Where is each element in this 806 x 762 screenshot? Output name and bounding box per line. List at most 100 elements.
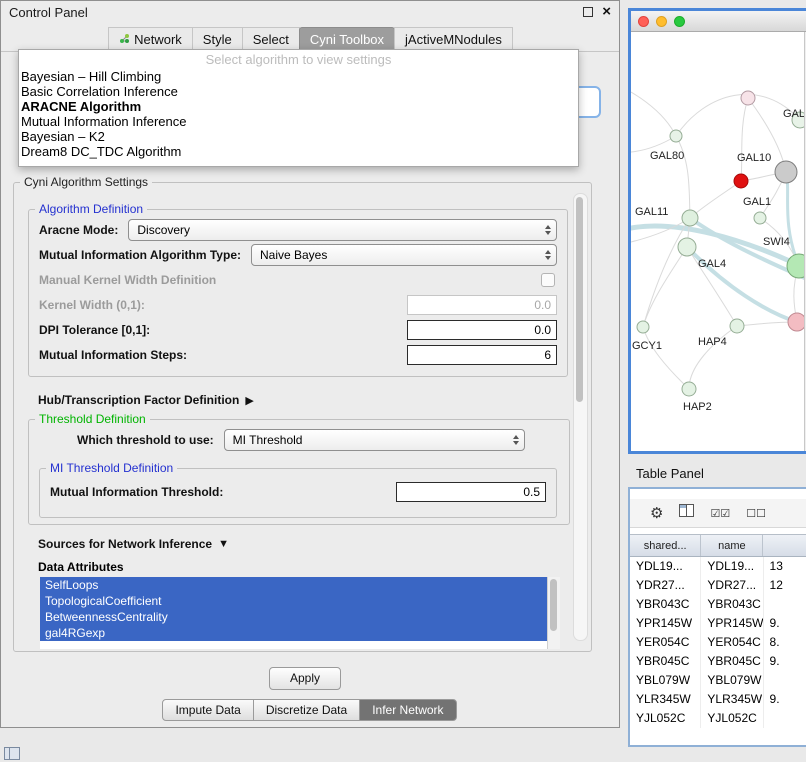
mi-type-select[interactable]: Naive Bayes	[251, 244, 557, 266]
sources-toggle[interactable]: Sources for Network Inference ▼	[38, 537, 229, 551]
cell: YPR145W	[701, 614, 763, 633]
table-row[interactable]: YBR043C YBR043C	[630, 595, 806, 614]
column-header[interactable]: shared...	[630, 535, 701, 556]
tab-cyni-toolbox[interactable]: Cyni Toolbox	[299, 27, 395, 51]
control-panel-titlebar[interactable]: Control Panel ×	[1, 1, 619, 23]
node-label: GAL11	[635, 206, 668, 218]
table-row[interactable]: YBR045C YBR045C 9.	[630, 652, 806, 671]
table-row[interactable]: YDL19... YDL19... 13	[630, 557, 806, 576]
network-node[interactable]	[682, 210, 698, 226]
node-label: GAL80	[650, 150, 684, 162]
select-all-columns-icon[interactable]: ☑☑	[710, 507, 730, 520]
tab-label: Cyni Toolbox	[310, 32, 384, 47]
manual-kernel-checkbox[interactable]	[541, 273, 555, 287]
table-body: YDL19... YDL19... 13 YDR27... YDR27... 1…	[630, 557, 806, 728]
aracne-mode-label: Aracne Mode:	[39, 223, 118, 237]
dropdown-item[interactable]: Bayesian – K2	[19, 129, 578, 144]
tab-jactivemnodules[interactable]: jActiveMNodules	[394, 27, 513, 51]
table-panel-title: Table Panel	[636, 466, 704, 481]
mi-steps-field[interactable]: 6	[407, 345, 557, 365]
dropdown-item[interactable]: Mutual Information Inference	[19, 114, 578, 129]
unselect-all-columns-icon[interactable]: ☐☐	[746, 507, 766, 520]
cell: YLR345W	[630, 690, 701, 709]
apply-button[interactable]: Apply	[269, 667, 341, 690]
dropdown-item[interactable]: Dream8 DC_TDC Algorithm	[19, 144, 578, 159]
list-item[interactable]: gal4RGexp	[40, 625, 547, 641]
cell: YPR145W	[630, 614, 701, 633]
table-row[interactable]: YDR27... YDR27... 12	[630, 576, 806, 595]
window-title: Control Panel	[9, 5, 88, 20]
list-item[interactable]: TopologicalCoefficient	[40, 593, 547, 609]
cell: 9.	[764, 652, 806, 671]
tab-impute-data[interactable]: Impute Data	[162, 699, 253, 721]
hub-definition-toggle[interactable]: Hub/Transcription Factor Definition ▶	[38, 393, 254, 407]
which-threshold-value: MI Threshold	[233, 433, 303, 447]
settings-scrollbar[interactable]	[573, 193, 588, 641]
network-node[interactable]	[775, 161, 797, 183]
dropdown-item-selected[interactable]: ARACNE Algorithm	[19, 99, 578, 114]
tab-discretize-data[interactable]: Discretize Data	[253, 699, 360, 721]
network-graph: GAL80 GAL10 GAL1 GAL11 SWI4 GAL4 GCY1 HA…	[631, 32, 806, 451]
table-row[interactable]: YLR345W YLR345W 9.	[630, 690, 806, 709]
close-traffic-light-icon[interactable]	[638, 16, 649, 27]
tab-infer-network[interactable]: Infer Network	[359, 699, 456, 721]
group-title: MI Threshold Definition	[46, 461, 177, 475]
which-threshold-select[interactable]: MI Threshold	[224, 429, 525, 451]
tab-select[interactable]: Select	[242, 27, 300, 51]
minimize-traffic-light-icon[interactable]	[656, 16, 667, 27]
algorithm-dropdown-popup: Select algorithm to view settings Bayesi…	[18, 49, 579, 167]
list-item[interactable]: BetweennessCentrality	[40, 609, 547, 625]
which-threshold-label: Which threshold to use:	[77, 433, 214, 447]
network-node[interactable]	[637, 321, 649, 333]
dropdown-item[interactable]: Bayesian – Hill Climbing	[19, 69, 578, 84]
gear-icon[interactable]: ⚙	[650, 506, 663, 521]
dropdown-item[interactable]: Basic Correlation Inference	[19, 84, 578, 99]
network-window-titlebar[interactable]	[631, 11, 806, 32]
group-title: Cyni Algorithm Settings	[20, 175, 152, 189]
kernel-width-field[interactable]: 0.0	[407, 295, 557, 315]
list-item[interactable]: SelfLoops	[40, 577, 547, 593]
cell: YJL052C	[630, 709, 701, 728]
aracne-mode-select[interactable]: Discovery	[128, 219, 557, 241]
list-scrollbar[interactable]	[547, 577, 560, 649]
cell: YER054C	[630, 633, 701, 652]
network-node[interactable]	[678, 238, 696, 256]
chevron-down-icon: ▼	[218, 538, 229, 550]
zoom-traffic-light-icon[interactable]	[674, 16, 685, 27]
column-header[interactable]: name	[701, 535, 763, 556]
network-node-selected[interactable]	[734, 174, 748, 188]
node-label: GCY1	[632, 340, 662, 352]
scrollbar-thumb[interactable]	[576, 197, 583, 402]
cell: 12	[764, 576, 806, 595]
dpi-tolerance-field[interactable]: 0.0	[407, 320, 557, 340]
scrollbar-thumb[interactable]	[550, 579, 557, 631]
table-row[interactable]: YPR145W YPR145W 9.	[630, 614, 806, 633]
group-title: Threshold Definition	[35, 412, 150, 426]
table-toolbar: ⚙ ☑☑ ☐☐	[630, 499, 806, 528]
chevron-right-icon: ▶	[245, 394, 253, 407]
dock-panel-icon[interactable]	[4, 747, 20, 760]
network-tab-icon	[119, 32, 130, 47]
network-node[interactable]	[670, 130, 682, 142]
close-icon[interactable]: ×	[602, 6, 611, 18]
mi-threshold-field[interactable]: 0.5	[396, 482, 546, 502]
network-node[interactable]	[682, 382, 696, 396]
cell: 13	[764, 557, 806, 576]
node-label: GAL4	[698, 258, 726, 270]
table-row[interactable]: YBL079W YBL079W	[630, 671, 806, 690]
column-header[interactable]	[763, 535, 806, 556]
node-label: GAL10	[737, 152, 771, 164]
float-window-icon[interactable]	[583, 7, 593, 17]
tab-network[interactable]: Network	[108, 27, 193, 51]
table-row[interactable]: YER054C YER054C 8.	[630, 633, 806, 652]
network-node[interactable]	[741, 91, 755, 105]
network-node[interactable]	[730, 319, 744, 333]
show-columns-icon[interactable]	[679, 504, 694, 522]
table-row[interactable]: YJL052C YJL052C	[630, 709, 806, 728]
stepper-icon	[545, 225, 551, 235]
tab-style[interactable]: Style	[192, 27, 243, 51]
cell: 8.	[764, 633, 806, 652]
cell: YBR045C	[630, 652, 701, 671]
network-node[interactable]	[754, 212, 766, 224]
network-canvas[interactable]: GAL80 GAL10 GAL1 GAL11 SWI4 GAL4 GCY1 HA…	[631, 32, 806, 451]
